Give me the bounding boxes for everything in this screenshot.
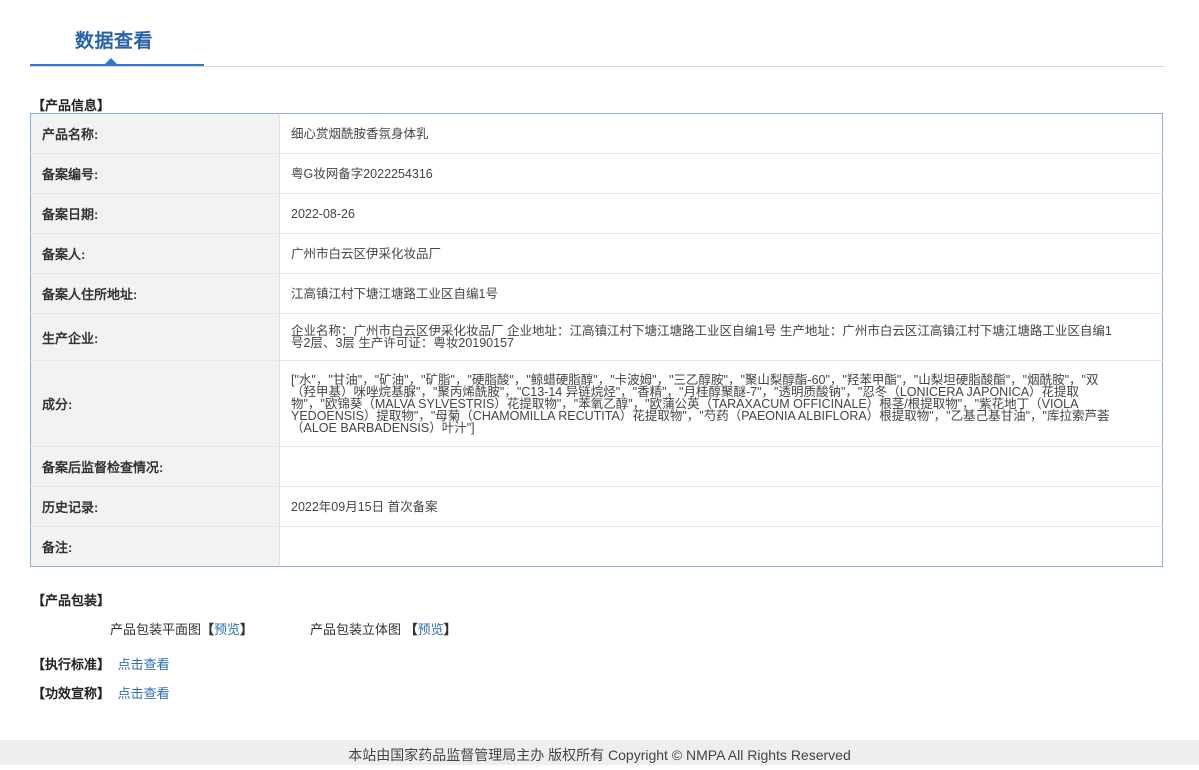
bracket-close: 】 xyxy=(240,622,254,637)
tab-divider xyxy=(30,66,1165,67)
table-row: 备案人: 广州市白云区伊采化妆品厂 xyxy=(30,233,1163,274)
tab-data-view[interactable]: 数据查看 xyxy=(75,26,153,53)
row-value xyxy=(280,527,1163,567)
packaging-flat-preview-link[interactable]: 预览 xyxy=(214,622,240,637)
table-row: 成分: ["水"，"甘油"，"矿油"，"矿脂"，"硬脂酸"，"鲸蜡硬脂醇"，"卡… xyxy=(30,360,1163,447)
bracket-open: 【 xyxy=(404,622,418,637)
row-label: 产品名称: xyxy=(30,113,280,154)
table-row: 备案人住所地址: 江高镇江村下塘江塘路工业区自编1号 xyxy=(30,273,1163,314)
row-label: 成分: xyxy=(30,360,280,447)
row-value: 2022年09月15日 首次备案 xyxy=(279,486,1163,527)
efficacy-label: 【功效宣称】 xyxy=(32,686,111,701)
packaging-heading: 【产品包装】 xyxy=(32,593,111,608)
packaging-flat-label: 产品包装平面图 xyxy=(110,622,202,637)
row-value: 粤G妆网备字2022254316 xyxy=(279,153,1163,194)
row-value xyxy=(279,446,1163,487)
product-info-table: 产品名称: 细心赏烟酰胺香氛身体乳 备案编号: 粤G妆网备字2022254316… xyxy=(30,113,1163,567)
row-label: 备注: xyxy=(30,526,280,567)
table-row: 备案后监督检查情况: xyxy=(30,446,1163,487)
packaging-flat-item: 产品包装平面图【预览】 xyxy=(110,619,253,638)
table-row: 产品名称: 细心赏烟酰胺香氛身体乳 xyxy=(30,113,1163,154)
row-label: 备案日期: xyxy=(30,193,280,234)
row-value: 广州市白云区伊采化妆品厂 xyxy=(279,233,1163,274)
bracket-open: 【 xyxy=(201,622,215,637)
row-label: 备案后监督检查情况: xyxy=(30,446,280,487)
footer-copyright: 本站由国家药品监督管理局主办 版权所有 Copyright © NMPA All… xyxy=(348,747,851,763)
row-label: 备案编号: xyxy=(30,153,280,194)
table-row: 备注: xyxy=(30,526,1163,567)
tab-header: 数据查看 xyxy=(30,0,1165,68)
efficacy-view-link[interactable]: 点击查看 xyxy=(118,686,170,701)
row-label: 备案人: xyxy=(30,233,280,274)
packaging-solid-label: 产品包装立体图 xyxy=(310,622,402,637)
packaging-solid-preview-link[interactable]: 预览 xyxy=(418,622,444,637)
row-value: 企业名称：广州市白云区伊采化妆品厂 企业地址：江高镇江村下塘江塘路工业区自编1号… xyxy=(279,313,1163,361)
row-label: 生产企业: xyxy=(30,313,280,361)
active-tab-caret-icon xyxy=(104,58,118,65)
row-label: 备案人住所地址: xyxy=(30,273,280,314)
efficacy-row: 【功效宣称】 点击查看 xyxy=(32,683,170,702)
bracket-close: 】 xyxy=(443,622,457,637)
product-info-heading: 【产品信息】 xyxy=(32,98,111,113)
row-value: 江高镇江村下塘江塘路工业区自编1号 xyxy=(279,273,1163,314)
standard-view-link[interactable]: 点击查看 xyxy=(118,657,170,672)
table-row: 历史记录: 2022年09月15日 首次备案 xyxy=(30,486,1163,527)
packaging-solid-item: 产品包装立体图 【预览】 xyxy=(310,619,457,638)
table-row: 备案编号: 粤G妆网备字2022254316 xyxy=(30,153,1163,194)
row-value: 细心赏烟酰胺香氛身体乳 xyxy=(279,113,1163,154)
standard-row: 【执行标准】 点击查看 xyxy=(32,654,170,673)
standard-label: 【执行标准】 xyxy=(32,657,111,672)
row-value: ["水"，"甘油"，"矿油"，"矿脂"，"硬脂酸"，"鲸蜡硬脂醇"，"卡波姆"，… xyxy=(279,360,1163,447)
footer: 本站由国家药品监督管理局主办 版权所有 Copyright © NMPA All… xyxy=(0,740,1199,765)
table-row: 生产企业: 企业名称：广州市白云区伊采化妆品厂 企业地址：江高镇江村下塘江塘路工… xyxy=(30,313,1163,361)
row-value: 2022-08-26 xyxy=(279,193,1163,234)
row-label: 历史记录: xyxy=(30,486,280,527)
table-row: 备案日期: 2022-08-26 xyxy=(30,193,1163,234)
